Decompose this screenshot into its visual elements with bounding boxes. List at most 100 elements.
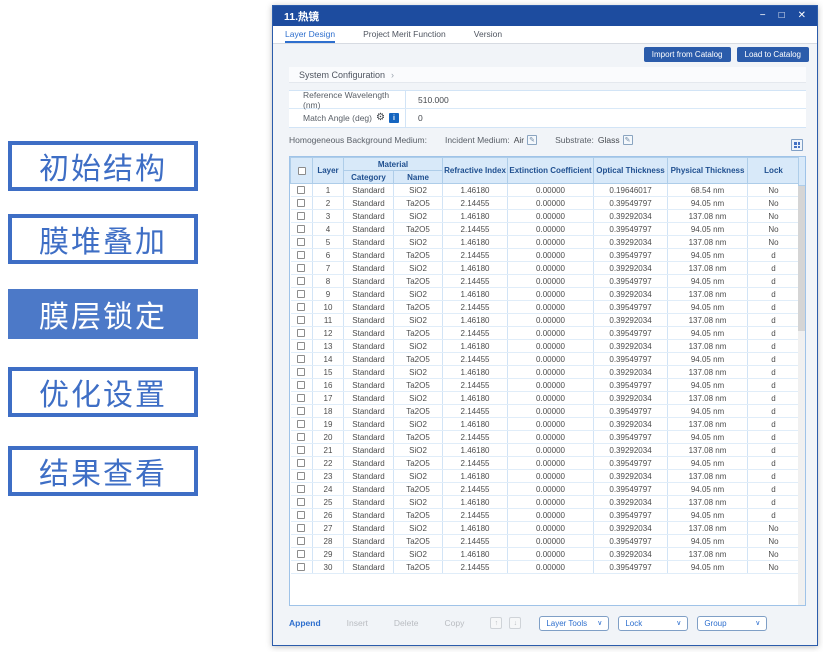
cell-lock[interactable]: No [748,197,800,210]
cell-extinction-coefficient[interactable]: 0.00000 [508,197,594,210]
cell-refractive-index[interactable]: 2.14455 [443,509,508,522]
cell-refractive-index[interactable]: 1.46180 [443,522,508,535]
row-checkbox[interactable] [297,199,305,207]
cell-category[interactable]: Standard [344,275,394,288]
lock-dropdown[interactable]: Lock ∨ [618,616,688,631]
cell-refractive-index[interactable]: 1.46180 [443,496,508,509]
cell-category[interactable]: Standard [344,197,394,210]
append-button[interactable]: Append [289,618,321,628]
cell-category[interactable]: Standard [344,535,394,548]
cell-lock[interactable]: d [748,366,800,379]
row-checkbox[interactable] [297,212,305,220]
cell-optical-thickness[interactable]: 0.39549797 [594,535,668,548]
sidebar-item-results-view[interactable]: 结果查看 [8,446,198,496]
cell-refractive-index[interactable]: 2.14455 [443,197,508,210]
cell-physical-thickness[interactable]: 137.08 nm [668,418,748,431]
close-button[interactable]: ✕ [798,6,806,26]
cell-material-name[interactable]: Ta2O5 [394,353,443,366]
cell-extinction-coefficient[interactable]: 0.00000 [508,301,594,314]
cell-category[interactable]: Standard [344,262,394,275]
cell-refractive-index[interactable]: 2.14455 [443,431,508,444]
cell-category[interactable]: Standard [344,353,394,366]
cell-refractive-index[interactable]: 2.14455 [443,223,508,236]
cell-category[interactable]: Standard [344,366,394,379]
cell-physical-thickness[interactable]: 94.05 nm [668,379,748,392]
cell-extinction-coefficient[interactable]: 0.00000 [508,444,594,457]
cell-physical-thickness[interactable]: 94.05 nm [668,353,748,366]
cell-extinction-coefficient[interactable]: 0.00000 [508,483,594,496]
cell-category[interactable]: Standard [344,327,394,340]
row-checkbox[interactable] [297,472,305,480]
cell-category[interactable]: Standard [344,457,394,470]
cell-refractive-index[interactable]: 2.14455 [443,353,508,366]
cell-optical-thickness[interactable]: 0.39292034 [594,366,668,379]
cell-physical-thickness[interactable]: 94.05 nm [668,275,748,288]
cell-optical-thickness[interactable]: 0.39549797 [594,353,668,366]
cell-physical-thickness[interactable]: 137.08 nm [668,470,748,483]
cell-material-name[interactable]: Ta2O5 [394,197,443,210]
cell-optical-thickness[interactable]: 0.39292034 [594,340,668,353]
row-checkbox[interactable] [297,251,305,259]
cell-physical-thickness[interactable]: 137.08 nm [668,262,748,275]
cell-lock[interactable]: d [748,288,800,301]
cell-lock[interactable]: d [748,483,800,496]
cell-extinction-coefficient[interactable]: 0.00000 [508,457,594,470]
cell-optical-thickness[interactable]: 0.19646017 [594,184,668,197]
sidebar-item-stack-superposition[interactable]: 膜堆叠加 [8,214,198,264]
cell-physical-thickness[interactable]: 94.05 nm [668,457,748,470]
cell-lock[interactable]: No [748,210,800,223]
delete-button[interactable]: Delete [394,618,419,628]
cell-refractive-index[interactable]: 1.46180 [443,288,508,301]
maximize-button[interactable]: □ [779,6,785,26]
cell-category[interactable]: Standard [344,249,394,262]
cell-optical-thickness[interactable]: 0.39292034 [594,392,668,405]
minimize-button[interactable]: − [760,6,766,26]
row-checkbox[interactable] [297,342,305,350]
cell-optical-thickness[interactable]: 0.39549797 [594,483,668,496]
move-down-button[interactable]: ↓ [509,617,521,629]
row-checkbox[interactable] [297,290,305,298]
tab-layer-design[interactable]: Layer Design [285,26,335,43]
cell-lock[interactable]: d [748,444,800,457]
row-checkbox[interactable] [297,433,305,441]
cell-material-name[interactable]: SiO2 [394,418,443,431]
cell-physical-thickness[interactable]: 94.05 nm [668,301,748,314]
cell-material-name[interactable]: Ta2O5 [394,249,443,262]
cell-physical-thickness[interactable]: 94.05 nm [668,509,748,522]
cell-physical-thickness[interactable]: 94.05 nm [668,249,748,262]
cell-optical-thickness[interactable]: 0.39549797 [594,249,668,262]
cell-lock[interactable]: d [748,405,800,418]
row-checkbox[interactable] [297,264,305,272]
edit-incident-medium-icon[interactable]: ✎ [527,135,537,145]
cell-category[interactable]: Standard [344,210,394,223]
cell-extinction-coefficient[interactable]: 0.00000 [508,236,594,249]
edit-substrate-icon[interactable]: ✎ [623,135,633,145]
row-checkbox[interactable] [297,225,305,233]
cell-refractive-index[interactable]: 1.46180 [443,314,508,327]
cell-extinction-coefficient[interactable]: 0.00000 [508,522,594,535]
cell-refractive-index[interactable]: 2.14455 [443,457,508,470]
cell-refractive-index[interactable]: 1.46180 [443,340,508,353]
row-checkbox[interactable] [297,459,305,467]
cell-category[interactable]: Standard [344,470,394,483]
cell-optical-thickness[interactable]: 0.39549797 [594,327,668,340]
cell-physical-thickness[interactable]: 137.08 nm [668,444,748,457]
cell-physical-thickness[interactable]: 137.08 nm [668,548,748,561]
cell-category[interactable]: Standard [344,236,394,249]
cell-refractive-index[interactable]: 2.14455 [443,379,508,392]
row-checkbox[interactable] [297,420,305,428]
cell-category[interactable]: Standard [344,314,394,327]
cell-refractive-index[interactable]: 1.46180 [443,236,508,249]
select-all-checkbox[interactable] [298,167,306,175]
cell-extinction-coefficient[interactable]: 0.00000 [508,509,594,522]
cell-material-name[interactable]: SiO2 [394,470,443,483]
cell-category[interactable]: Standard [344,561,394,574]
cell-extinction-coefficient[interactable]: 0.00000 [508,223,594,236]
cell-physical-thickness[interactable]: 94.05 nm [668,197,748,210]
row-checkbox[interactable] [297,485,305,493]
cell-category[interactable]: Standard [344,444,394,457]
cell-physical-thickness[interactable]: 137.08 nm [668,496,748,509]
cell-optical-thickness[interactable]: 0.39549797 [594,197,668,210]
cell-refractive-index[interactable]: 1.46180 [443,418,508,431]
cell-material-name[interactable]: SiO2 [394,522,443,535]
